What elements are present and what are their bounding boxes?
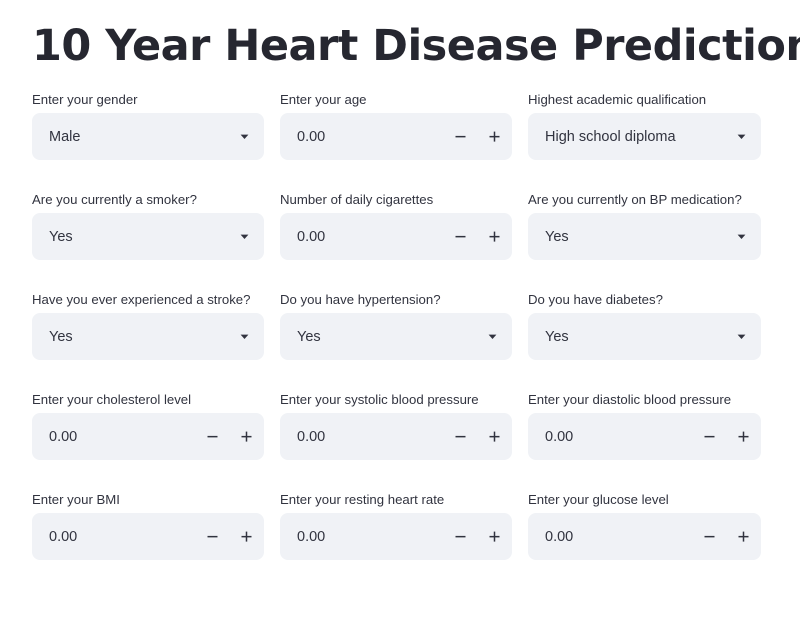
minus-icon[interactable] xyxy=(443,414,477,459)
label-resting-heart-rate: Enter your resting heart rate xyxy=(280,491,512,508)
plus-icon[interactable] xyxy=(229,514,263,559)
field-cholesterol: Enter your cholesterol level 0.00 xyxy=(32,391,264,491)
label-smoker: Are you currently a smoker? xyxy=(32,191,264,208)
select-value-education: High school diploma xyxy=(529,129,728,145)
select-hypertension[interactable]: Yes xyxy=(280,313,512,360)
number-input-cigarettes-per-day[interactable]: 0.00 xyxy=(280,213,512,260)
plus-icon[interactable] xyxy=(229,414,263,459)
field-diabetes: Do you have diabetes? Yes xyxy=(528,291,761,391)
select-diabetes[interactable]: Yes xyxy=(528,313,761,360)
stepper-cholesterol xyxy=(195,414,263,459)
label-glucose: Enter your glucose level xyxy=(528,491,761,508)
minus-icon[interactable] xyxy=(443,214,477,259)
label-cholesterol: Enter your cholesterol level xyxy=(32,391,264,408)
minus-icon[interactable] xyxy=(443,114,477,159)
select-gender[interactable]: Male xyxy=(32,113,264,160)
select-value-diabetes: Yes xyxy=(529,329,728,345)
label-cigarettes-per-day: Number of daily cigarettes xyxy=(280,191,512,208)
number-input-glucose[interactable]: 0.00 xyxy=(528,513,761,560)
field-age: Enter your age 0.00 xyxy=(280,91,512,191)
heart-disease-prediction-app: 10 Year Heart Disease Prediction Enter y… xyxy=(0,0,800,639)
select-smoker[interactable]: Yes xyxy=(32,213,264,260)
label-age: Enter your age xyxy=(280,91,512,108)
stepper-glucose xyxy=(692,514,760,559)
minus-icon[interactable] xyxy=(195,514,229,559)
number-value-diastolic-bp: 0.00 xyxy=(529,429,692,445)
field-education: Highest academic qualification High schoo… xyxy=(528,91,761,191)
field-bmi: Enter your BMI 0.00 xyxy=(32,491,264,591)
chevron-down-icon[interactable] xyxy=(728,331,754,342)
field-bp-medication: Are you currently on BP medication? Yes xyxy=(528,191,761,291)
chevron-down-icon[interactable] xyxy=(479,331,505,342)
form-row: Are you currently a smoker? Yes Number of … xyxy=(32,191,768,291)
number-value-resting-heart-rate: 0.00 xyxy=(281,529,443,545)
form-row: Have you ever experienced a stroke?YesDo… xyxy=(32,291,768,391)
plus-icon[interactable] xyxy=(477,414,511,459)
select-value-bp-medication: Yes xyxy=(529,229,728,245)
label-diastolic-bp: Enter your diastolic blood pressure xyxy=(528,391,761,408)
field-stroke: Have you ever experienced a stroke? Yes xyxy=(32,291,264,391)
plus-icon[interactable] xyxy=(477,114,511,159)
number-input-diastolic-bp[interactable]: 0.00 xyxy=(528,413,761,460)
form-row: Enter your gender Male Enter your age 0.00 H… xyxy=(32,91,768,191)
label-diabetes: Do you have diabetes? xyxy=(528,291,761,308)
field-gender: Enter your gender Male xyxy=(32,91,264,191)
stepper-diastolic-bp xyxy=(692,414,760,459)
chevron-down-icon[interactable] xyxy=(231,231,257,242)
stepper-bmi xyxy=(195,514,263,559)
number-value-cigarettes-per-day: 0.00 xyxy=(281,229,443,245)
number-value-glucose: 0.00 xyxy=(529,529,692,545)
field-cigarettes-per-day: Number of daily cigarettes 0.00 xyxy=(280,191,512,291)
label-bmi: Enter your BMI xyxy=(32,491,264,508)
chevron-down-icon[interactable] xyxy=(231,131,257,142)
form-row: Enter your cholesterol level0.00Enter yo… xyxy=(32,391,768,491)
field-smoker: Are you currently a smoker? Yes xyxy=(32,191,264,291)
stepper-systolic-bp xyxy=(443,414,511,459)
label-systolic-bp: Enter your systolic blood pressure xyxy=(280,391,512,408)
plus-icon[interactable] xyxy=(726,514,760,559)
number-input-bmi[interactable]: 0.00 xyxy=(32,513,264,560)
chevron-down-icon[interactable] xyxy=(728,131,754,142)
number-input-resting-heart-rate[interactable]: 0.00 xyxy=(280,513,512,560)
minus-icon[interactable] xyxy=(195,414,229,459)
minus-icon[interactable] xyxy=(692,514,726,559)
stepper-resting-heart-rate xyxy=(443,514,511,559)
label-education: Highest academic qualification xyxy=(528,91,761,108)
number-value-bmi: 0.00 xyxy=(33,529,195,545)
page-title: 10 Year Heart Disease Prediction xyxy=(32,0,768,74)
select-stroke[interactable]: Yes xyxy=(32,313,264,360)
select-value-hypertension: Yes xyxy=(281,329,479,345)
form-row: Enter your BMI0.00Enter your resting hea… xyxy=(32,491,768,591)
prediction-form: Enter your gender Male Enter your age 0.00 H… xyxy=(32,91,768,591)
field-glucose: Enter your glucose level 0.00 xyxy=(528,491,761,591)
label-hypertension: Do you have hypertension? xyxy=(280,291,512,308)
stepper-cigarettes-per-day xyxy=(443,214,511,259)
select-value-smoker: Yes xyxy=(33,229,231,245)
number-input-age[interactable]: 0.00 xyxy=(280,113,512,160)
plus-icon[interactable] xyxy=(477,514,511,559)
number-input-systolic-bp[interactable]: 0.00 xyxy=(280,413,512,460)
field-diastolic-bp: Enter your diastolic blood pressure 0.00 xyxy=(528,391,761,491)
number-value-cholesterol: 0.00 xyxy=(33,429,195,445)
select-value-gender: Male xyxy=(33,129,231,145)
label-gender: Enter your gender xyxy=(32,91,264,108)
field-hypertension: Do you have hypertension? Yes xyxy=(280,291,512,391)
select-value-stroke: Yes xyxy=(33,329,231,345)
select-bp-medication[interactable]: Yes xyxy=(528,213,761,260)
chevron-down-icon[interactable] xyxy=(728,231,754,242)
label-stroke: Have you ever experienced a stroke? xyxy=(32,291,264,308)
field-systolic-bp: Enter your systolic blood pressure 0.00 xyxy=(280,391,512,491)
number-value-systolic-bp: 0.00 xyxy=(281,429,443,445)
field-resting-heart-rate: Enter your resting heart rate 0.00 xyxy=(280,491,512,591)
minus-icon[interactable] xyxy=(692,414,726,459)
plus-icon[interactable] xyxy=(726,414,760,459)
chevron-down-icon[interactable] xyxy=(231,331,257,342)
select-education[interactable]: High school diploma xyxy=(528,113,761,160)
plus-icon[interactable] xyxy=(477,214,511,259)
minus-icon[interactable] xyxy=(443,514,477,559)
stepper-age xyxy=(443,114,511,159)
label-bp-medication: Are you currently on BP medication? xyxy=(528,191,761,208)
number-input-cholesterol[interactable]: 0.00 xyxy=(32,413,264,460)
number-value-age: 0.00 xyxy=(281,129,443,145)
